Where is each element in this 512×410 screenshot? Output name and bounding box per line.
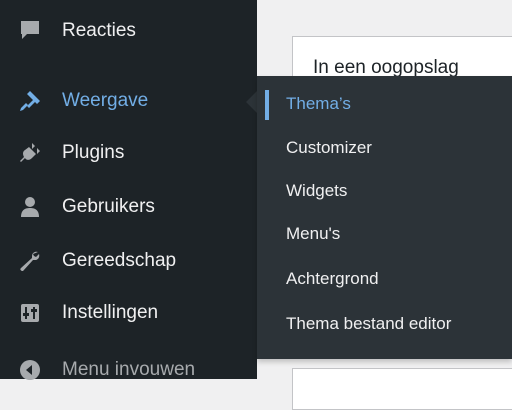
submenu-item-widgets[interactable]: Widgets <box>257 171 512 211</box>
menu-label: Gebruikers <box>62 196 155 217</box>
collapse-icon <box>16 356 44 384</box>
submenu-label: Menu's <box>286 224 341 243</box>
submenu-item-customizer[interactable]: Customizer <box>257 128 512 168</box>
submenu-label: Achtergrond <box>286 269 379 288</box>
menu-item-reacties[interactable]: Reacties <box>0 11 257 51</box>
admin-sidebar: Reacties Weergave Plugins Gebruikers Ger… <box>0 0 257 380</box>
submenu-label: Customizer <box>286 138 372 157</box>
menu-item-gereedschap[interactable]: Gereedschap <box>0 241 257 281</box>
collapse-menu-button[interactable]: Menu invouwen <box>0 350 257 390</box>
settings-icon <box>16 299 44 327</box>
comments-icon <box>16 17 44 45</box>
menu-label: Menu invouwen <box>62 359 196 380</box>
submenu-item-achtergrond[interactable]: Achtergrond <box>257 259 512 299</box>
menu-label: Gereedschap <box>62 250 177 271</box>
appearance-icon <box>16 87 44 115</box>
submenu-label: Thema’s <box>286 94 351 113</box>
menu-item-instellingen[interactable]: Instellingen <box>0 293 257 333</box>
menu-label: Plugins <box>62 142 125 163</box>
appearance-submenu: Thema’s Customizer Widgets Menu's Achter… <box>257 76 512 359</box>
submenu-pointer <box>246 91 257 113</box>
menu-label: Reacties <box>62 20 136 41</box>
active-indicator <box>265 90 269 120</box>
tools-icon <box>16 247 44 275</box>
menu-item-weergave[interactable]: Weergave <box>0 81 257 121</box>
submenu-label: Thema bestand editor <box>286 314 452 333</box>
menu-item-plugins[interactable]: Plugins <box>0 133 257 173</box>
menu-item-gebruikers[interactable]: Gebruikers <box>0 187 257 227</box>
submenu-item-themas[interactable]: Thema’s <box>257 84 512 124</box>
menu-label: Weergave <box>62 90 149 111</box>
dashboard-widget <box>292 368 512 410</box>
plugins-icon <box>16 139 44 167</box>
submenu-item-menus[interactable]: Menu's <box>257 214 512 254</box>
users-icon <box>16 193 44 221</box>
submenu-label: Widgets <box>286 181 348 200</box>
menu-label: Instellingen <box>62 302 159 323</box>
submenu-item-theme-file-editor[interactable]: Thema bestand editor <box>257 304 512 344</box>
